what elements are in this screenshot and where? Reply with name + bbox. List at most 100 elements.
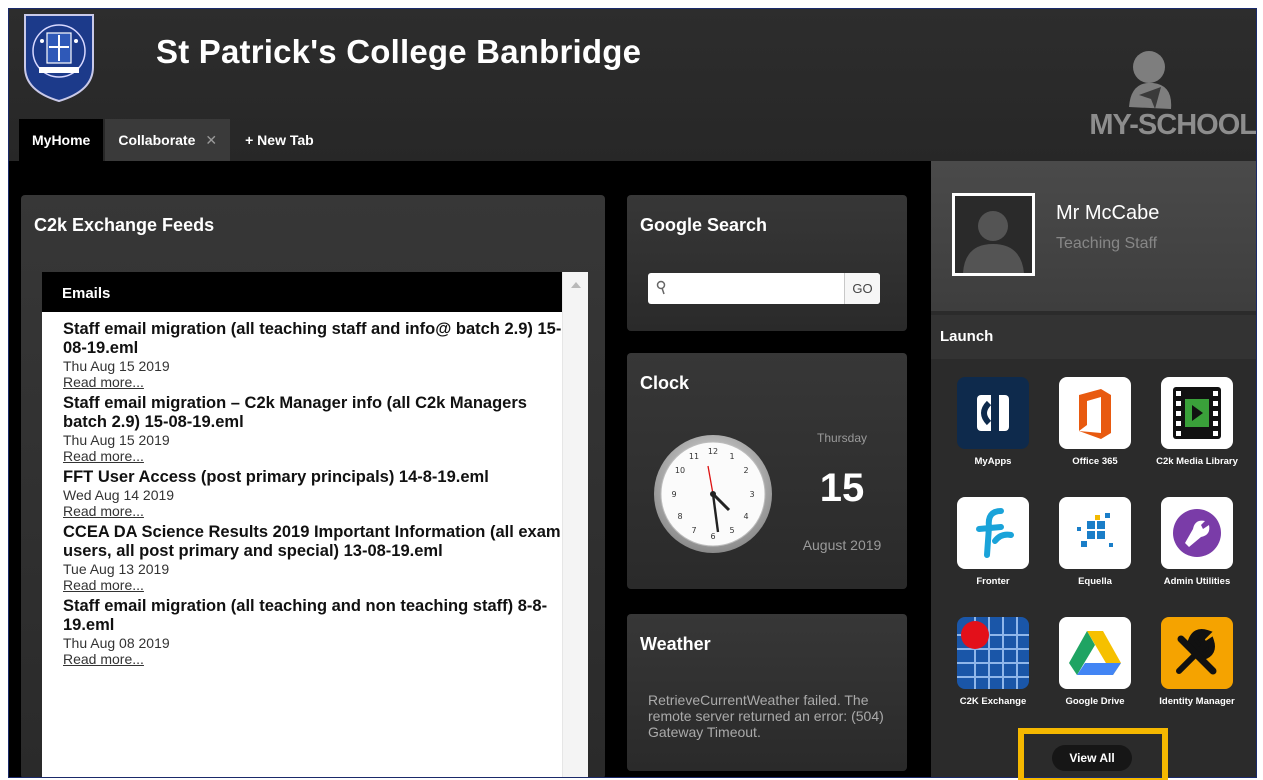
view-all-button[interactable]: View All [1052,745,1132,771]
svg-text:3: 3 [749,490,754,499]
close-icon[interactable]: ✕ [205,132,217,149]
read-more-link[interactable]: Read more... [63,374,568,390]
svg-text:9: 9 [671,490,676,499]
read-more-link[interactable]: Read more... [63,577,568,593]
email-date: Thu Aug 15 2019 [63,432,170,448]
email-subject: Staff email migration (all teaching and … [63,597,548,634]
brand-text: MY-SCHOOL [1089,109,1256,141]
scroll-up-icon[interactable] [571,282,581,288]
media-library-icon [1161,377,1233,449]
email-subject: Staff email migration (all teaching staf… [63,320,562,357]
svg-text:4: 4 [743,512,748,521]
fronter-icon [957,497,1029,569]
read-more-link[interactable]: Read more... [63,448,568,464]
clock-day: Thursday [816,431,868,445]
email-subject: Staff email migration – C2k Manager info… [63,394,527,431]
google-search-panel: Google Search GO [627,195,907,331]
app-label: Google Drive [1065,696,1125,707]
svg-text:12: 12 [708,447,718,456]
school-name: St Patrick's College Banbridge [156,33,642,70]
panel-title: Clock [640,373,690,393]
c2k-exchange-icon [957,617,1029,689]
app-equella[interactable]: Equella [1047,497,1143,587]
app-fronter[interactable]: Fronter [945,497,1041,587]
app-office365[interactable]: Office 365 [1047,377,1143,467]
search-box: GO [648,273,880,304]
avatar[interactable] [952,193,1035,276]
app-label: Admin Utilities [1163,576,1231,587]
sidebar: Mr McCabe Teaching Staff Launch MyApps O… [931,161,1256,777]
tab-bar: MyHome Collaborate ✕ + New Tab [19,119,329,161]
svg-text:10: 10 [675,466,685,475]
go-button[interactable]: GO [844,273,880,304]
analog-clock-icon: 12 12 3 45 6 78 9 10 11 [654,435,772,553]
school-crest-logo [24,14,94,103]
exchange-feeds-panel: C2k Exchange Feeds Emails Staff email mi… [21,195,605,777]
portal-frame: St Patrick's College Banbridge MY-SCHOOL… [8,8,1257,778]
clock-month-year: August 2019 [802,537,882,553]
app-admin-utilities[interactable]: Admin Utilities [1149,497,1245,587]
list-item: Staff email migration – C2k Manager info… [63,394,568,464]
read-more-link[interactable]: Read more... [63,651,568,667]
panel-title: C2k Exchange Feeds [34,215,215,235]
svg-text:7: 7 [691,526,696,535]
svg-text:11: 11 [689,452,699,461]
google-drive-icon [1059,617,1131,689]
tab-myhome[interactable]: MyHome [19,119,104,161]
tab-collaborate[interactable]: Collaborate ✕ [105,119,231,161]
list-item: Staff email migration (all teaching staf… [63,320,568,390]
app-c2k-exchange[interactable]: C2K Exchange [945,617,1041,707]
read-more-link[interactable]: Read more... [63,503,568,519]
office365-icon [1059,377,1131,449]
clock-panel: Clock 12 12 3 45 6 78 9 10 11 Thursday 15 [627,353,907,589]
email-date: Wed Aug 14 2019 [63,487,175,503]
tab-label: Collaborate [118,132,196,148]
clock-date: 15 [819,466,865,510]
svg-text:5: 5 [729,526,734,535]
app-label: Identity Manager [1159,696,1235,707]
list-item: CCEA DA Science Results 2019 Important I… [63,523,568,593]
user-silhouette-icon [963,211,1024,273]
identity-manager-icon [1161,617,1233,689]
emails-list-box: Emails Staff email migration (all teachi… [42,272,588,777]
app-label: C2k Media Library [1156,456,1238,467]
svg-text:1: 1 [729,452,734,461]
app-label: C2K Exchange [959,696,1027,707]
user-profile: Mr McCabe Teaching Staff [931,161,1256,311]
app-label: MyApps [974,456,1012,467]
email-subject: FFT User Access (post primary principals… [63,468,489,486]
svg-text:8: 8 [677,512,682,521]
app-label: Equella [1078,576,1112,587]
list-item: FFT User Access (post primary principals… [63,468,568,519]
email-date: Thu Aug 08 2019 [63,635,170,651]
app-myapps[interactable]: MyApps [945,377,1041,467]
myapps-icon [957,377,1029,449]
equella-icon [1059,497,1131,569]
app-label: Office 365 [1072,456,1118,467]
list-item: Staff email migration (all teaching and … [63,597,568,667]
email-list: Staff email migration (all teaching staf… [63,320,568,671]
svg-text:2: 2 [743,466,748,475]
user-role: Teaching Staff [1056,235,1158,252]
search-input[interactable] [648,273,845,304]
email-date: Tue Aug 13 2019 [63,561,170,577]
tab-label: + New Tab [245,132,314,148]
emails-header: Emails [42,272,562,312]
weather-error-message: RetrieveCurrentWeather failed. The remot… [648,692,884,740]
email-subject: CCEA DA Science Results 2019 Important I… [63,523,561,560]
app-google-drive[interactable]: Google Drive [1047,617,1143,707]
panel-title: Weather [640,634,711,654]
header: St Patrick's College Banbridge MY-SCHOOL… [9,9,1256,161]
weather-panel: Weather RetrieveCurrentWeather failed. T… [627,614,907,771]
panel-title: Google Search [640,215,768,235]
new-tab-button[interactable]: + New Tab [232,119,327,161]
app-identity-manager[interactable]: Identity Manager [1149,617,1245,707]
launch-header: Launch [931,315,1256,359]
svg-text:6: 6 [710,532,715,541]
email-date: Thu Aug 15 2019 [63,358,170,374]
app-label: Fronter [976,576,1010,587]
app-media-library[interactable]: C2k Media Library [1149,377,1245,467]
user-name: Mr McCabe [1056,202,1160,224]
admin-utilities-icon [1161,497,1233,569]
tab-label: MyHome [32,132,91,148]
